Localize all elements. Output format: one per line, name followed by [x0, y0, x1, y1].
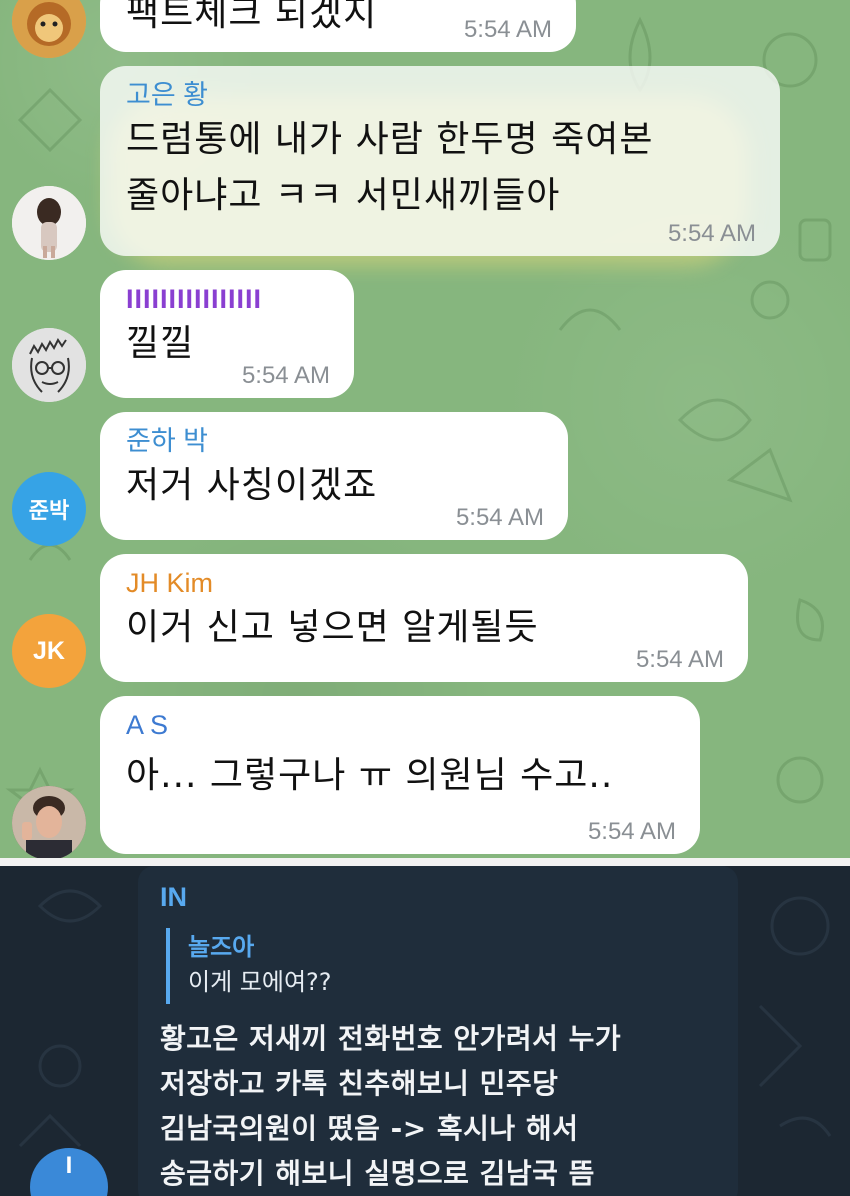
avatar[interactable]: [12, 186, 86, 260]
avatar[interactable]: [12, 328, 86, 402]
message-text: 저장하고 카톡 친추해보니 민주당: [160, 1067, 559, 1100]
message-bubble[interactable]: IN 놀즈아 이게 모에여?? 황고은 저새끼 전화번호 안가려서 누가 저장하…: [138, 866, 738, 1196]
sender-name: IN: [160, 882, 187, 912]
quote-author: 놀즈아: [188, 933, 255, 961]
message-text: 송금하기 해보니 실명으로 김남국 뜸: [160, 1157, 595, 1190]
message-bubble[interactable]: JH Kim 이거 신고 넣으면 알게될듯 5:54 AM: [100, 554, 748, 682]
message-bubble[interactable]: 고은 황 드럼통에 내가 사람 한두명 죽여본 줄아냐고 ㅋㅋ 서민새끼들아 5…: [100, 66, 780, 256]
avatar-initials: JK: [33, 636, 65, 665]
screenshot-divider: [0, 858, 850, 866]
chat-area-dark: IN 놀즈아 이게 모에여?? 황고은 저새끼 전화번호 안가려서 누가 저장하…: [0, 866, 850, 1196]
avatar[interactable]: JK: [12, 614, 86, 688]
message-time: 5:54 AM: [463, 16, 552, 43]
message-text: 줄아냐고 ㅋㅋ 서민새끼들아: [126, 175, 561, 216]
message-time: 5:54 AM: [241, 362, 330, 389]
message-text: 아... 그렇구나 ㅠ 의원님 수고..: [126, 755, 614, 796]
reply-quote[interactable]: 놀즈아 이게 모에여??: [166, 928, 706, 1004]
person-photo-icon: [12, 186, 86, 260]
message-text: 이거 신고 넣으면 알게될듯: [126, 607, 539, 648]
message-bubble[interactable]: IIIIIIIIIIIIIIII 낄낄 5:54 AM: [100, 270, 354, 398]
message-time: 5:54 AM: [587, 818, 676, 845]
message-text: 드럼통에 내가 사람 한두명 죽여본: [126, 119, 654, 160]
message-time: 5:54 AM: [635, 646, 724, 673]
chat-area-light: 팩트체크 되겠지 5:54 AM 고은 황 드럼통에 내가 사람 한두명 죽여본…: [0, 0, 850, 862]
message-time: 5:54 AM: [667, 220, 756, 247]
avatar[interactable]: 준박: [12, 472, 86, 546]
avatar-initials: 준박: [28, 498, 70, 523]
message-text: 김남국의원이 떴음 -> 혹시나 해서: [160, 1112, 579, 1145]
message-bubble[interactable]: 팩트체크 되겠지 5:54 AM: [100, 0, 576, 52]
message-time: 5:54 AM: [455, 504, 544, 531]
message-text: 황고은 저새끼 전화번호 안가려서 누가: [160, 1022, 622, 1055]
man-photo-icon: [12, 786, 86, 860]
sender-name: A S: [126, 710, 169, 740]
sender-name: 준하 박: [126, 426, 209, 456]
sender-name: IIIIIIIIIIIIIIII: [126, 284, 263, 314]
message-bubble[interactable]: 준하 박 저거 사칭이겠죠 5:54 AM: [100, 412, 568, 540]
quote-text: 이게 모에여??: [188, 968, 332, 996]
message-body: 황고은 저새끼 전화번호 안가려서 누가 저장하고 카톡 친추해보니 민주당 김…: [160, 1016, 621, 1196]
sender-name: JH Kim: [126, 568, 213, 598]
sender-name: 고은 황: [126, 80, 209, 110]
message-bubble[interactable]: A S 아... 그렇구나 ㅠ 의원님 수고.. 5:54 AM: [100, 696, 700, 854]
face-sketch-icon: [12, 328, 86, 402]
avatar-initials: I: [65, 1152, 73, 1179]
avatar[interactable]: [12, 786, 86, 860]
